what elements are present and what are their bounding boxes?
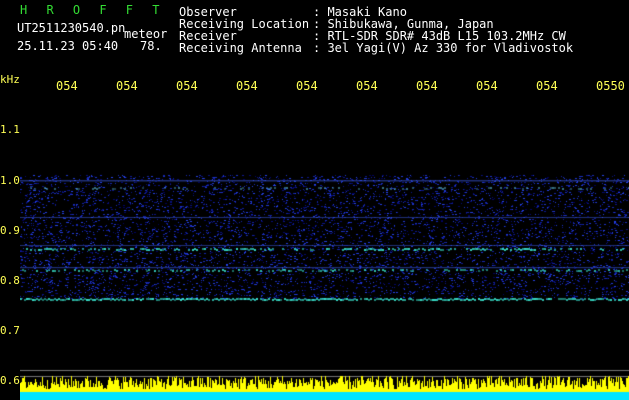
- app-logo: H R O F F T: [20, 3, 166, 17]
- y-tick-label: 1.0: [0, 174, 20, 187]
- x-tick-label: 054: [356, 79, 378, 93]
- x-tick-label: 054: [176, 79, 198, 93]
- info-label-antenna: Receiving Antenna: [179, 41, 302, 55]
- x-tick-label: 0550: [596, 79, 625, 93]
- count-label: 78.: [140, 39, 162, 53]
- spectrogram-canvas[interactable]: [20, 95, 629, 400]
- x-tick-label: 054: [236, 79, 258, 93]
- axis-unit-label: kHz: [0, 73, 20, 86]
- x-tick-label: 054: [116, 79, 138, 93]
- y-tick-label: 0.7: [0, 324, 20, 337]
- info-value-antenna: : 3el Yagi(V) Az 330 for Vladivostok: [313, 41, 574, 55]
- y-tick-label: 1.1: [0, 123, 20, 136]
- x-tick-label: 054: [416, 79, 438, 93]
- y-tick-label: 0.6: [0, 374, 20, 387]
- x-tick-label: 054: [56, 79, 78, 93]
- x-tick-label: 054: [296, 79, 318, 93]
- x-tick-label: 054: [536, 79, 558, 93]
- datetime-label: 25.11.23 05:40: [17, 39, 119, 53]
- x-tick-label: 054: [476, 79, 498, 93]
- y-tick-label: 0.9: [0, 224, 20, 237]
- y-tick-label: 0.8: [0, 274, 20, 287]
- file-name: UT2511230540.pn: [17, 21, 126, 35]
